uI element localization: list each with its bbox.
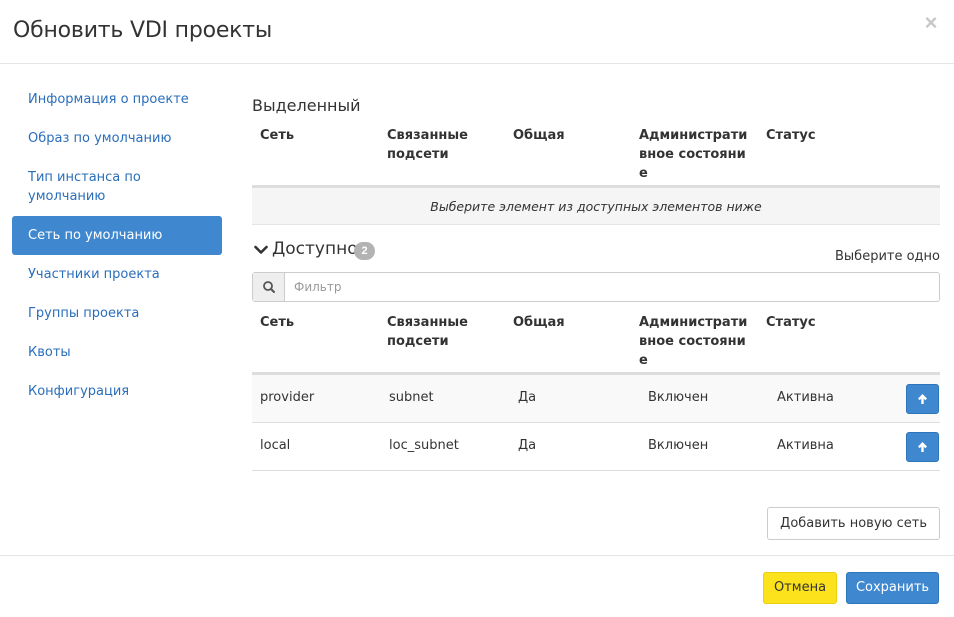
sidebar-item-quotas[interactable]: Квоты: [12, 333, 222, 372]
cell-subnets: subnet: [389, 390, 434, 405]
modal-title: Обновить VDI проекты: [13, 18, 273, 43]
workflow-sidebar: Информация о проекте Образ по умолчанию …: [12, 80, 222, 411]
cell-admin-state: Включен: [648, 390, 709, 405]
cell-status: Активна: [777, 438, 834, 453]
allocate-provider-button[interactable]: [906, 384, 939, 414]
column-network: Сеть: [260, 315, 295, 330]
modal-footer: Отмена Сохранить: [0, 555, 954, 617]
search-icon: [253, 273, 285, 301]
available-header[interactable]: Доступно 2 Выберите одно: [252, 239, 940, 267]
add-network-button[interactable]: Добавить новую сеть: [767, 507, 940, 540]
cell-network: provider: [260, 390, 315, 405]
cell-admin-state: Включен: [648, 438, 709, 453]
available-title: Доступно: [272, 239, 358, 259]
filter-input[interactable]: [286, 273, 936, 301]
sidebar-item-default-image[interactable]: Образ по умолчанию: [12, 119, 222, 158]
allocate-local-button[interactable]: [906, 432, 939, 462]
column-shared: Общая: [513, 128, 565, 143]
column-admin-state: Административное состояние: [639, 315, 748, 368]
select-one-hint: Выберите одно: [835, 249, 940, 264]
arrow-up-icon: [918, 394, 927, 404]
sidebar-item-default-flavor[interactable]: Тип инстанса по умолчанию: [12, 158, 222, 216]
column-subnets: Связанные подсети: [387, 128, 468, 162]
cell-shared: Да: [518, 390, 537, 405]
sidebar-item-project-members[interactable]: Участники проекта: [12, 255, 222, 294]
cell-status: Активна: [777, 390, 834, 405]
sidebar-item-default-network[interactable]: Сеть по умолчанию: [12, 216, 222, 255]
sidebar-item-configuration[interactable]: Конфигурация: [12, 372, 222, 411]
column-subnets: Связанные подсети: [387, 315, 468, 349]
column-status: Статус: [766, 128, 816, 143]
arrow-up-icon: [918, 442, 927, 452]
available-table-header: Сеть Связанные подсети Общая Администрат…: [252, 313, 940, 375]
column-status: Статус: [766, 315, 816, 330]
cancel-button[interactable]: Отмена: [763, 572, 837, 604]
column-shared: Общая: [513, 315, 565, 330]
close-icon[interactable]: ×: [922, 12, 940, 34]
column-admin-state: Административное состояние: [639, 128, 748, 181]
filter-group: [252, 272, 940, 302]
available-count-badge: 2: [354, 242, 375, 260]
allocated-title: Выделенный: [252, 96, 361, 115]
cell-network: local: [260, 438, 291, 453]
cell-shared: Да: [518, 438, 537, 453]
cell-subnets: loc_subnet: [389, 438, 459, 453]
allocated-table-header: Сеть Связанные подсети Общая Администрат…: [252, 126, 940, 188]
save-button[interactable]: Сохранить: [846, 572, 939, 604]
column-network: Сеть: [260, 128, 295, 143]
modal-header: Обновить VDI проекты ×: [0, 0, 954, 64]
allocated-empty-message: Выберите элемент из доступных элементов …: [252, 188, 940, 225]
table-row: provider subnet Да Включен Активна: [252, 375, 940, 423]
sidebar-item-project-groups[interactable]: Группы проекта: [12, 294, 222, 333]
network-transfer-panel: Выделенный Сеть Связанные подсети Общая …: [252, 96, 940, 540]
chevron-down-icon[interactable]: [254, 243, 268, 257]
table-row: local loc_subnet Да Включен Активна: [252, 423, 940, 471]
sidebar-item-project-info[interactable]: Информация о проекте: [12, 80, 222, 119]
